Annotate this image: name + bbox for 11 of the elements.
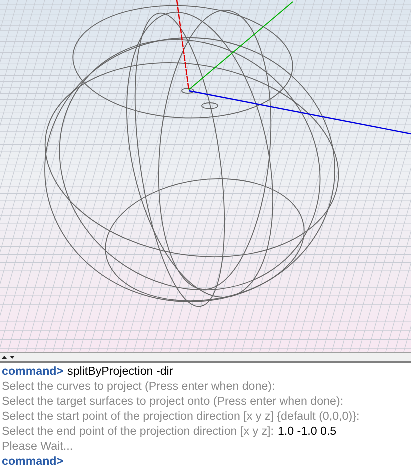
console-message: Please Wait... — [2, 439, 74, 454]
console-message: Select the curves to project (Press enter when done): — [2, 379, 276, 394]
typed-value-text: 1.0 -1.0 0.5 — [278, 424, 337, 439]
command-prompt: command> — [2, 364, 64, 379]
command-prompt: command> — [2, 454, 64, 469]
up-arrow-icon[interactable] — [2, 356, 7, 358]
console-message: Select the end point of the projection direction [x y z]: — [2, 424, 274, 439]
console-message: Select the start point of the projection direction [x y z] {default (0,0,0)}: — [2, 409, 360, 424]
down-arrow-icon[interactable] — [10, 356, 15, 358]
console-message: Select the target surfaces to project onto (Press enter when done): — [2, 394, 344, 409]
command-text: splitByProjection -dir — [68, 364, 174, 379]
